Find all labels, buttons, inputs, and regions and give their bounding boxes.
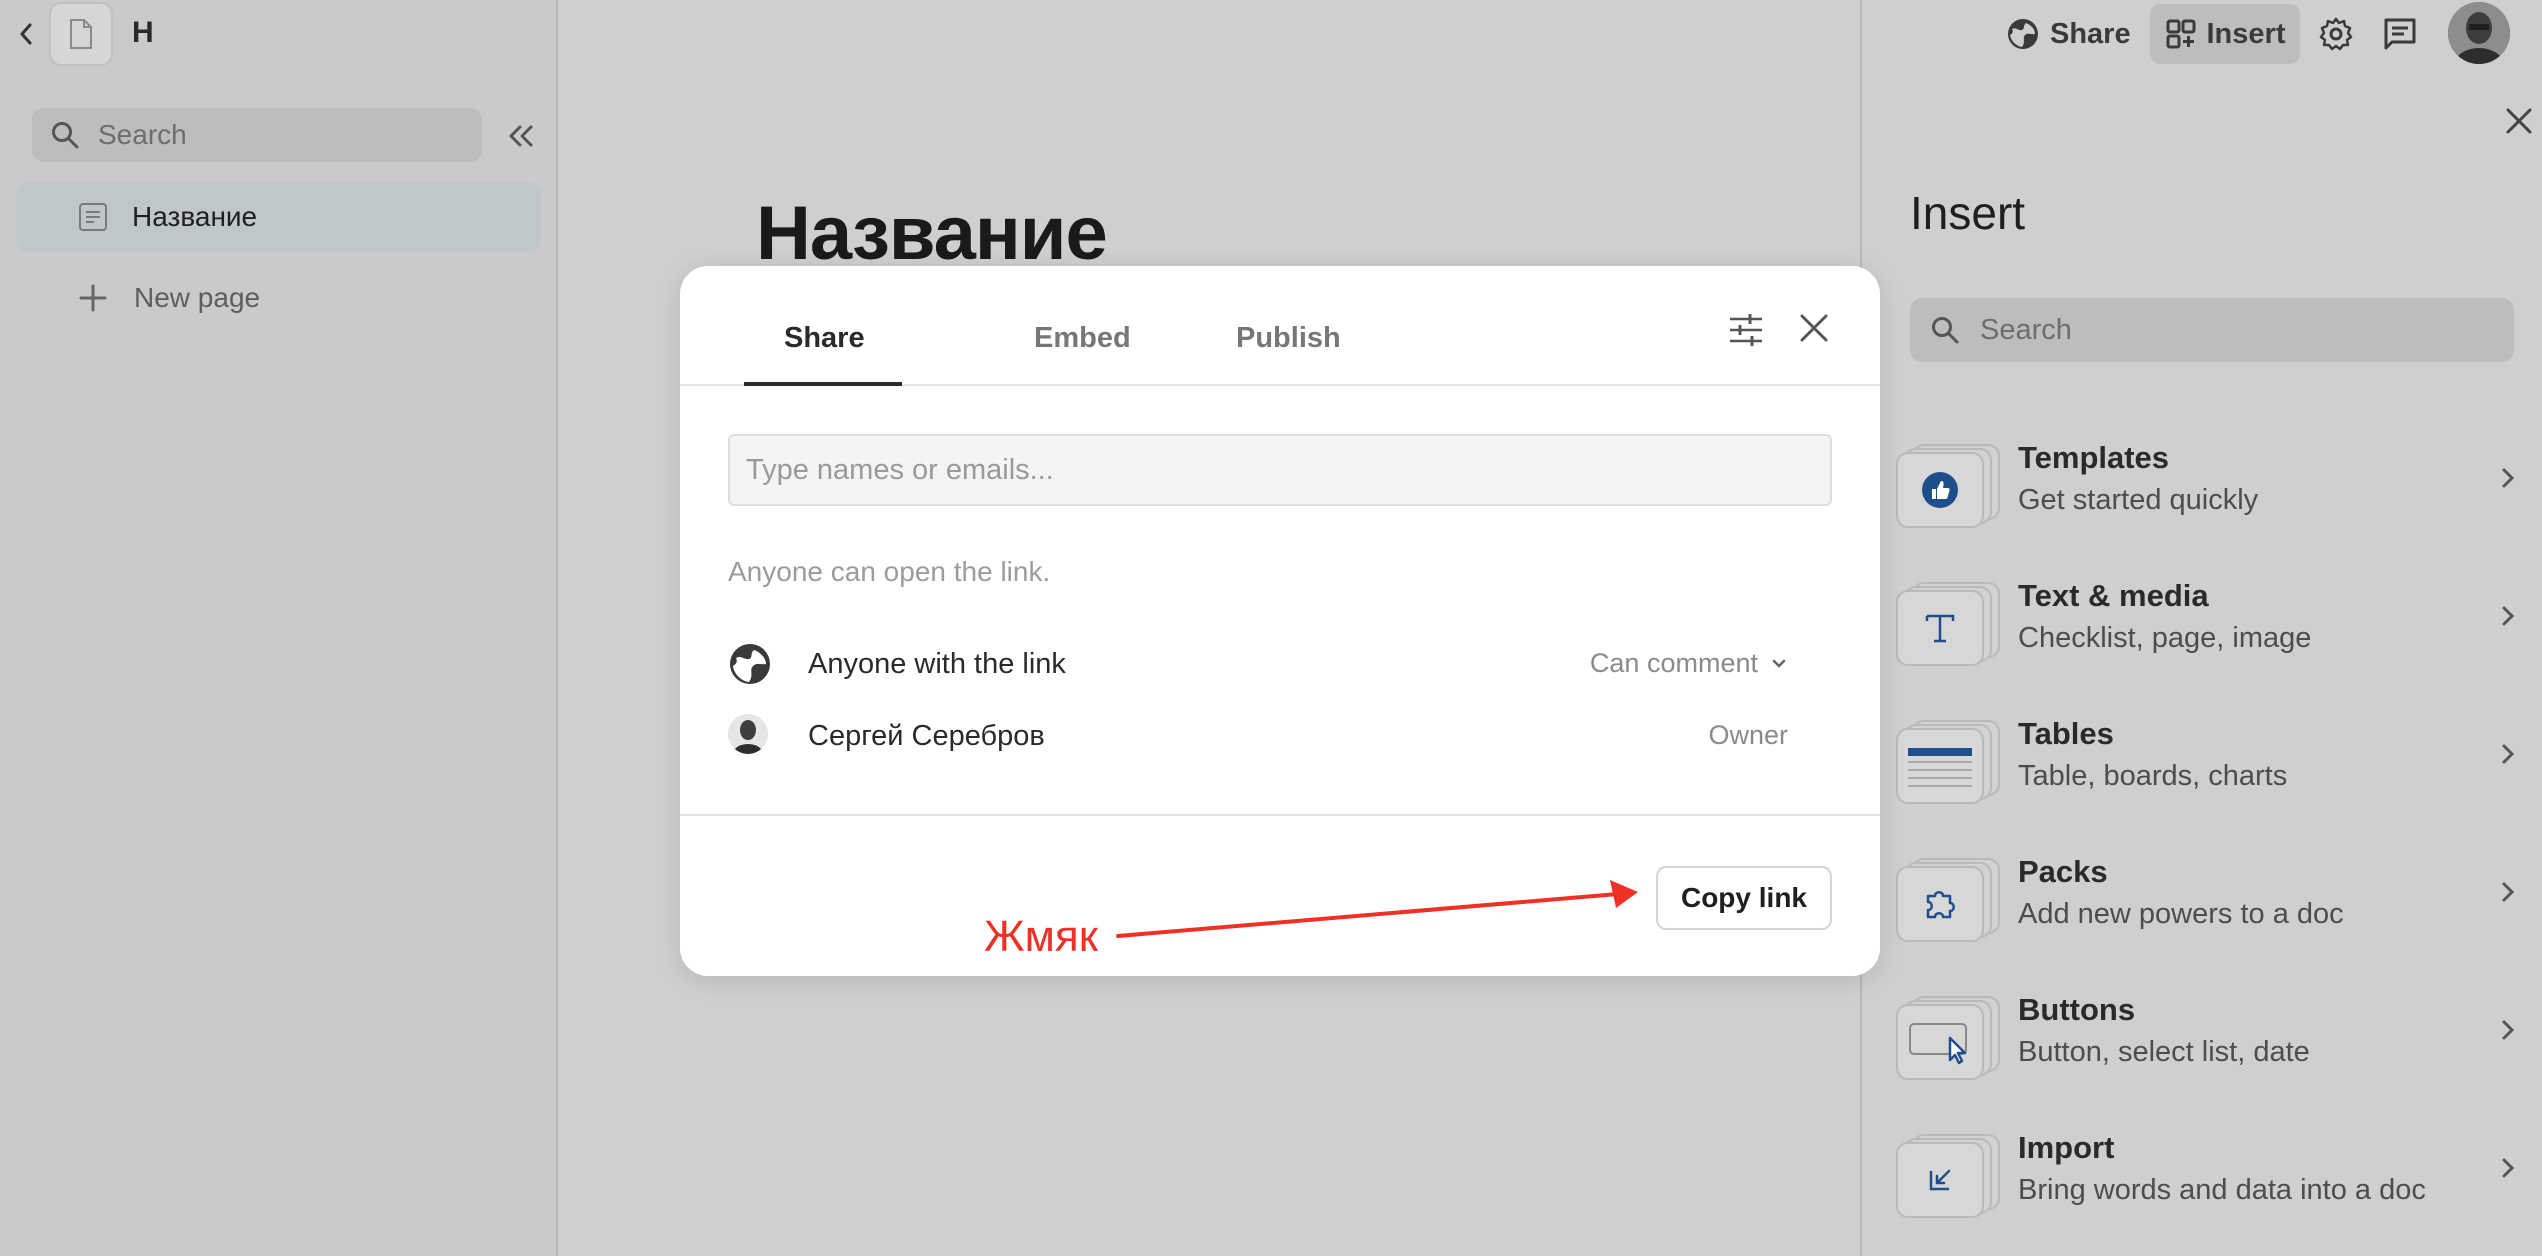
doc-icon-button[interactable] — [49, 2, 113, 66]
chevron-right-icon — [2502, 1020, 2515, 1040]
insert-item-card — [1896, 858, 2000, 944]
insert-item-card — [1896, 444, 2000, 530]
insert-item-import[interactable]: Import Bring words and data into a doc — [1896, 1126, 2536, 1246]
share-button-label: Share — [2050, 17, 2131, 50]
sidebar-search[interactable]: Search — [32, 108, 482, 162]
permission-role: Owner — [1708, 720, 1788, 751]
copy-link-button[interactable]: Copy link — [1656, 866, 1832, 930]
access-hint: Anyone can open the link. — [728, 556, 1051, 587]
insert-item-packs[interactable]: Packs Add new powers to a doc — [1896, 850, 2536, 970]
permission-role-dropdown[interactable]: Can comment — [1590, 648, 1788, 679]
page-title[interactable]: Название — [756, 190, 1108, 277]
permission-role-label: Can comment — [1589, 648, 1758, 678]
insert-item-card — [1896, 720, 2000, 806]
insert-button-label: Insert — [2206, 17, 2286, 50]
plus-icon — [79, 284, 107, 312]
insert-item-subtitle: Add new powers to a doc — [2018, 898, 2344, 930]
puzzle-icon — [1926, 891, 1955, 919]
table-icon — [1908, 748, 1972, 787]
invite-input[interactable] — [728, 434, 1832, 506]
document-icon — [70, 19, 92, 49]
chevron-right-icon — [2502, 882, 2515, 902]
permission-name: Сергей Серебров — [808, 720, 1045, 752]
sliders-settings-icon[interactable] — [1726, 310, 1766, 350]
insert-item-title: Buttons — [2018, 992, 2136, 1027]
insert-item-subtitle: Bring words and data into a doc — [2018, 1174, 2426, 1206]
new-page-button[interactable]: New page — [78, 278, 260, 318]
permission-row-owner: Сергей Серебров Owner — [728, 706, 1832, 762]
chevron-right-icon — [2502, 468, 2515, 488]
search-icon — [52, 122, 79, 149]
comment-icon[interactable] — [2382, 16, 2418, 52]
chevron-right-icon — [2502, 1158, 2515, 1178]
insert-grid-icon — [2166, 19, 2195, 49]
active-tab-indicator — [744, 382, 902, 386]
thumbs-up-icon — [1922, 472, 1958, 508]
insert-item-subtitle: Button, select list, date — [2018, 1036, 2310, 1068]
annotation-label: Жмяк — [984, 912, 1098, 961]
tab-share[interactable]: Share — [784, 322, 865, 355]
insert-search-label: Search — [1980, 313, 2072, 346]
insert-item-card — [1896, 996, 2000, 1082]
chevron-right-icon — [2502, 744, 2515, 764]
left-sidebar: Н Search Название New page — [0, 0, 558, 1256]
insert-item-title: Import — [2018, 1130, 2115, 1165]
insert-button[interactable]: Insert — [2150, 4, 2300, 64]
new-page-label: New page — [134, 282, 261, 313]
chevron-right-icon — [2502, 606, 2515, 626]
globe-icon — [2008, 19, 2038, 49]
annotation-arrow — [1116, 880, 1638, 938]
insert-item-card — [1896, 1134, 2000, 1220]
back-arrow-icon[interactable] — [12, 18, 40, 50]
insert-item-subtitle: Get started quickly — [2018, 484, 2259, 516]
user-avatar[interactable] — [2448, 2, 2510, 64]
insert-item-title: Templates — [2018, 440, 2170, 475]
insert-item-title: Packs — [2018, 854, 2108, 889]
tab-publish[interactable]: Publish — [1236, 322, 1341, 355]
doc-title-short: Н — [132, 16, 154, 49]
insert-item-text-media[interactable]: Text & media Checklist, page, image — [1896, 574, 2536, 694]
insert-item-title: Tables — [2018, 716, 2114, 751]
insert-item-tables[interactable]: Tables Table, boards, charts — [1896, 712, 2536, 832]
sidebar-page-label: Название — [132, 201, 258, 232]
close-panel-icon[interactable] — [2504, 106, 2534, 136]
insert-item-subtitle: Checklist, page, image — [2018, 622, 2312, 654]
import-icon — [1929, 1169, 1951, 1191]
gear-icon[interactable] — [2318, 16, 2354, 52]
avatar — [728, 714, 772, 758]
insert-item-buttons[interactable]: Buttons Button, select list, date — [1896, 988, 2536, 1108]
insert-item-subtitle: Table, boards, charts — [2018, 760, 2288, 792]
permission-role-label: Owner — [1708, 720, 1788, 750]
insert-item-templates[interactable]: Templates Get started quickly — [1896, 436, 2536, 556]
insert-search[interactable]: Search — [1910, 298, 2514, 362]
permission-name: Anyone with the link — [808, 648, 1066, 680]
page-icon — [79, 203, 107, 231]
permission-row-link: Anyone with the link Can comment — [728, 634, 1832, 690]
sidebar-search-label: Search — [98, 119, 187, 150]
insert-item-title: Text & media — [2018, 578, 2209, 613]
sidebar-page-item[interactable]: Название — [16, 182, 541, 252]
text-t-icon — [1925, 614, 1955, 643]
footer-divider — [680, 814, 1880, 816]
close-icon[interactable] — [1796, 310, 1832, 346]
globe-icon — [730, 644, 770, 684]
share-button[interactable]: Share — [2006, 10, 2131, 58]
collapse-sidebar-icon[interactable] — [503, 118, 539, 154]
button-cursor-icon — [1909, 1023, 1967, 1065]
chevron-down-icon — [1772, 659, 1786, 668]
search-icon — [1932, 317, 1959, 344]
share-dialog-tabs: Share Embed Publish — [744, 266, 1444, 386]
tab-embed[interactable]: Embed — [1034, 322, 1131, 355]
insert-item-card — [1896, 582, 2000, 668]
insert-panel-title: Insert — [1910, 187, 2026, 239]
